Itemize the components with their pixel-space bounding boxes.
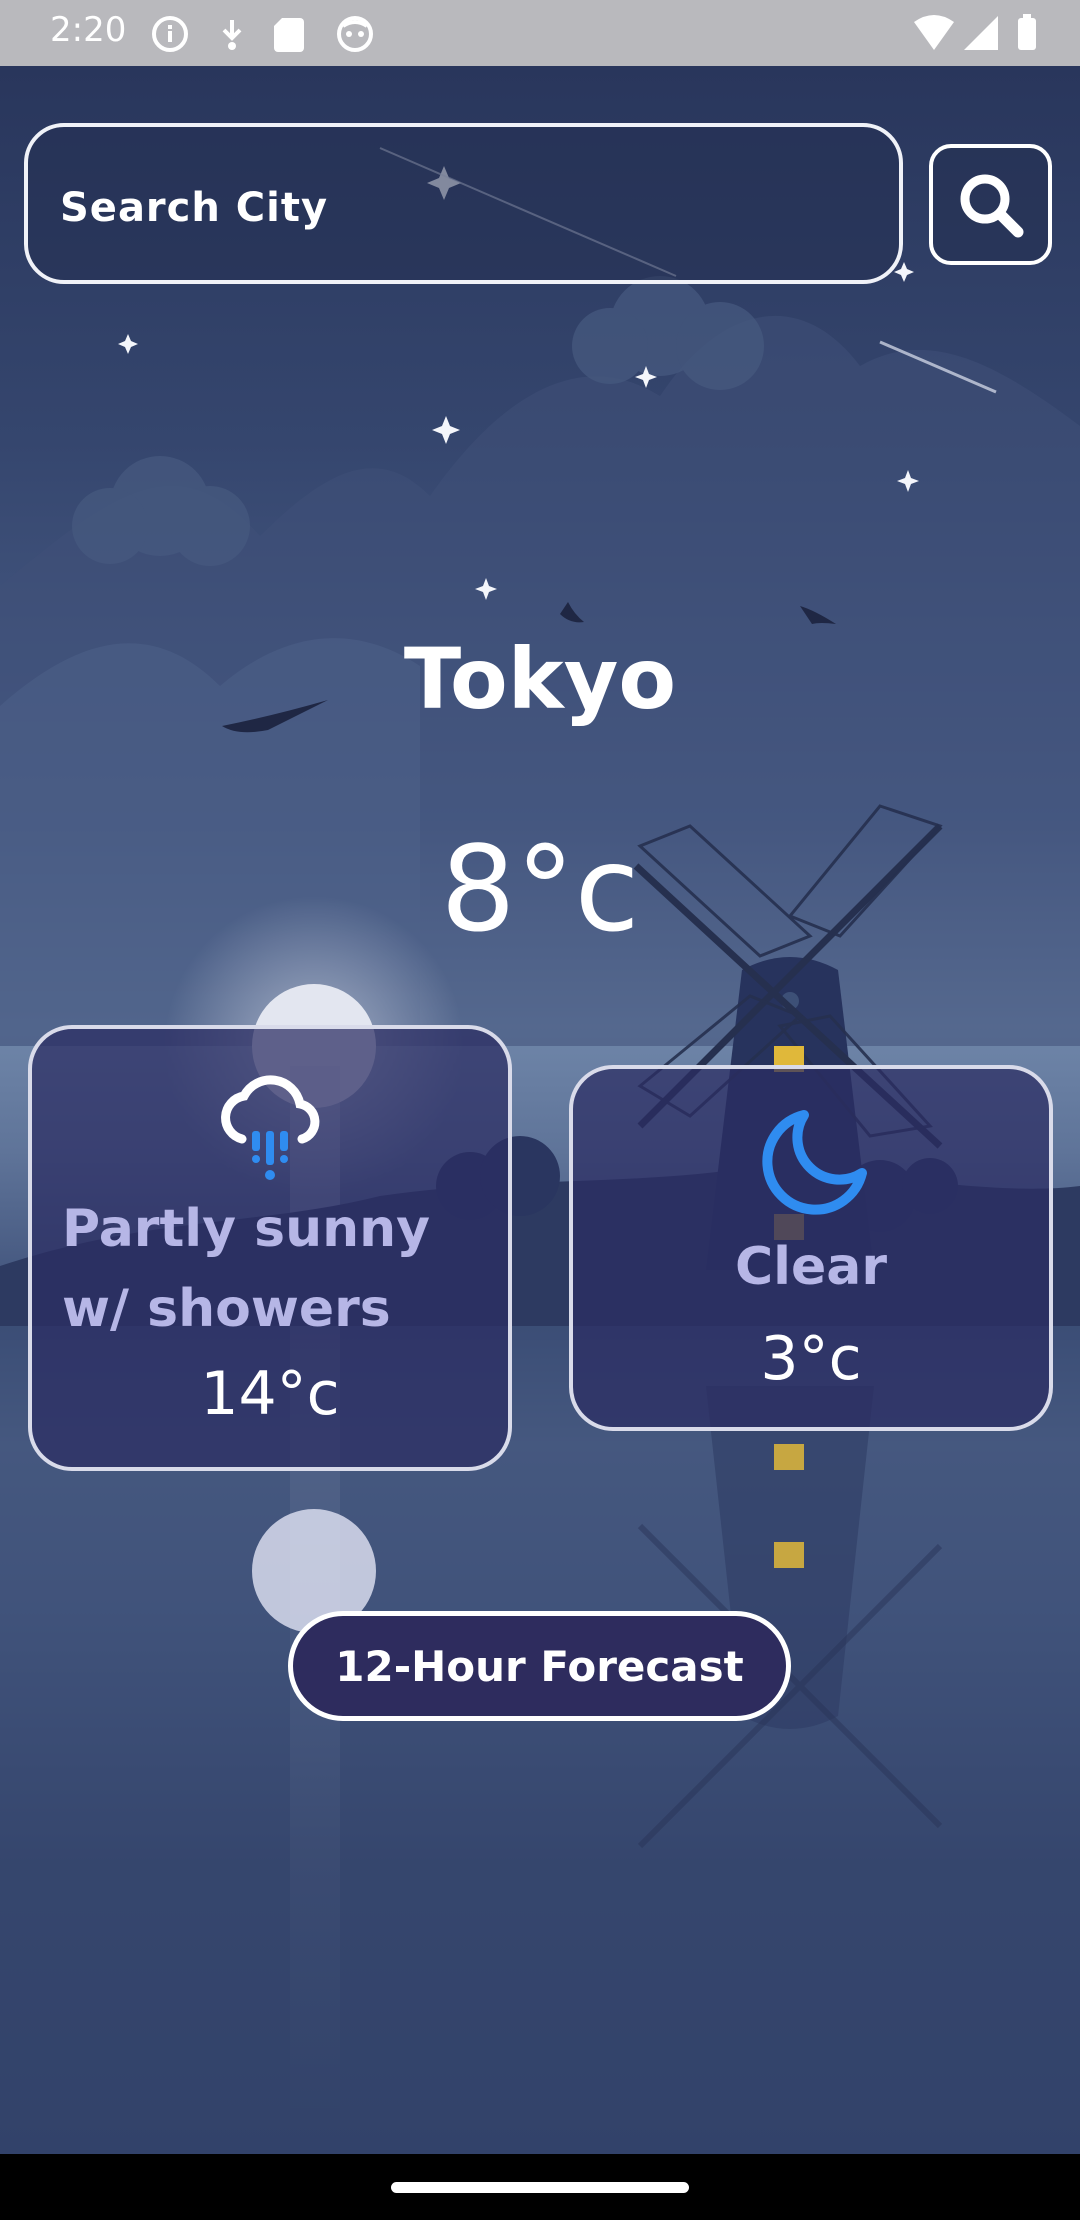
status-time: 2:20 xyxy=(50,10,127,50)
home-indicator[interactable] xyxy=(391,2182,689,2193)
sd-card-icon xyxy=(274,18,304,52)
wifi-icon xyxy=(914,15,954,50)
crescent-moon-icon xyxy=(762,1110,867,1215)
battery-icon xyxy=(1018,18,1036,50)
face-icon xyxy=(337,16,373,52)
current-temperature: 8°c xyxy=(440,820,640,958)
day-condition: Partly sunny w/ showers xyxy=(62,1199,431,1339)
search-icon xyxy=(960,174,1023,237)
city-name: Tokyo xyxy=(403,630,677,728)
status-notification-icons xyxy=(152,16,373,52)
day-temperature: 14°c xyxy=(200,1359,340,1429)
night-temperature: 3°c xyxy=(760,1324,862,1394)
search-button[interactable] xyxy=(929,144,1052,265)
rain-cloud-icon xyxy=(221,1075,320,1180)
download-arrow-icon xyxy=(222,20,242,50)
night-condition: Clear xyxy=(735,1237,887,1297)
info-icon xyxy=(152,16,188,52)
signal-icon xyxy=(964,16,998,50)
status-system-icons xyxy=(914,14,1036,50)
navigation-bar xyxy=(0,2154,1080,2220)
night-forecast-card: Clear 3°c xyxy=(569,1065,1053,1431)
search-box[interactable] xyxy=(24,123,903,284)
search-input[interactable] xyxy=(58,177,842,239)
status-bar: 2:20 xyxy=(0,0,1080,66)
day-forecast-card: Partly sunny w/ showers 14°c xyxy=(28,1025,512,1471)
forecast-button[interactable]: 12-Hour Forecast xyxy=(288,1611,791,1721)
